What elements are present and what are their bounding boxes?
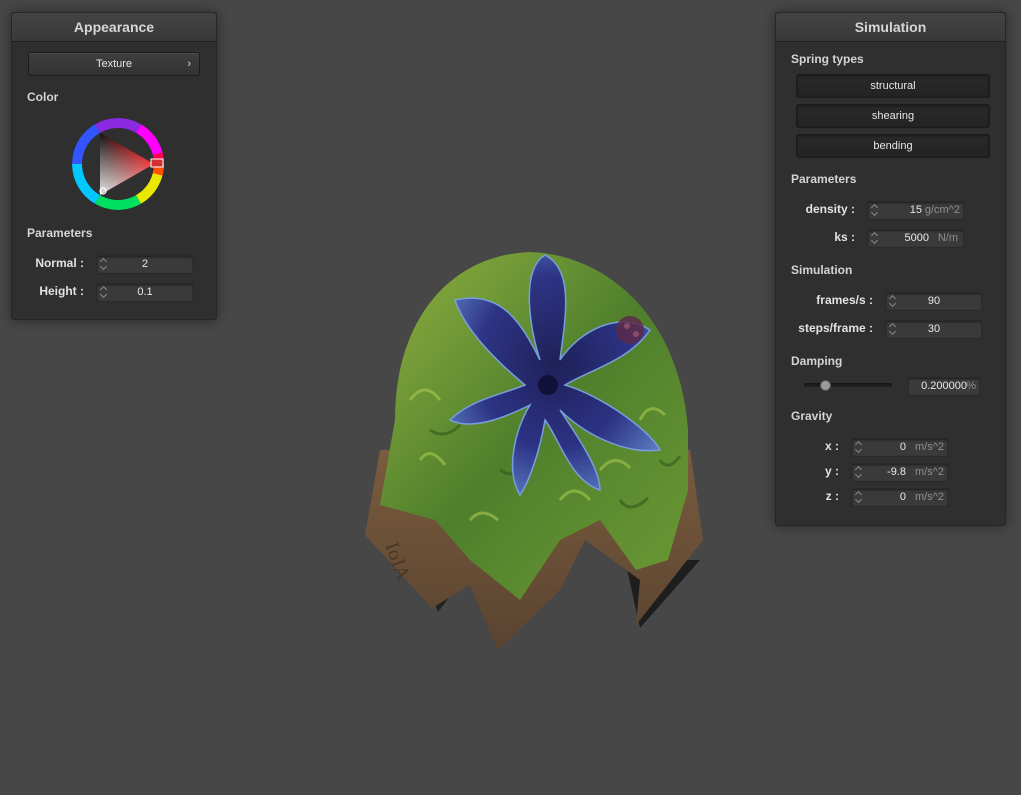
structural-toggle-button[interactable]: structural bbox=[796, 74, 990, 98]
fps-label: frames/s : bbox=[816, 293, 873, 307]
ks-value: 5000 bbox=[904, 232, 929, 244]
normal-label: Normal : bbox=[35, 256, 84, 270]
density-label: density : bbox=[805, 202, 855, 216]
damping-unit: % bbox=[966, 380, 976, 392]
spinner-icon[interactable] bbox=[856, 490, 862, 504]
gravity-y-value: -9.8 bbox=[887, 466, 906, 478]
appearance-panel-title: Appearance bbox=[12, 13, 216, 42]
density-input[interactable]: 15 g/cm^2 bbox=[867, 201, 965, 220]
normal-input[interactable]: 2 bbox=[96, 255, 194, 274]
damping-value: 0.200000 bbox=[921, 380, 967, 392]
gravity-x-unit: m/s^2 bbox=[915, 441, 944, 453]
damping-slider[interactable] bbox=[804, 383, 892, 387]
damping-input[interactable]: 0.200000 % bbox=[907, 377, 981, 396]
gravity-label: Gravity bbox=[791, 409, 833, 423]
gravity-y-unit: m/s^2 bbox=[915, 466, 944, 478]
steps-label: steps/frame : bbox=[798, 321, 873, 335]
simulation-panel-title: Simulation bbox=[776, 13, 1005, 42]
ks-unit: N/m bbox=[937, 232, 958, 244]
gravity-z-label: z : bbox=[825, 489, 839, 503]
appearance-panel: Appearance Texture › Color Parameters No… bbox=[11, 12, 217, 320]
spinner-icon[interactable] bbox=[872, 203, 878, 217]
ks-label: ks : bbox=[834, 230, 855, 244]
bending-toggle-button[interactable]: bending bbox=[796, 134, 990, 158]
gravity-y-input[interactable]: -9.8 m/s^2 bbox=[851, 463, 949, 482]
color-section-label: Color bbox=[27, 90, 59, 104]
spinner-icon[interactable] bbox=[856, 440, 862, 454]
ks-input[interactable]: 5000 N/m bbox=[867, 229, 965, 248]
shearing-toggle-button[interactable]: shearing bbox=[796, 104, 990, 128]
density-value: 15 bbox=[909, 204, 922, 216]
gravity-y-label: y : bbox=[824, 464, 839, 478]
steps-input[interactable]: 30 bbox=[885, 320, 983, 339]
normal-value: 2 bbox=[141, 258, 149, 270]
density-unit: g/cm^2 bbox=[924, 204, 960, 216]
gravity-z-input[interactable]: 0 m/s^2 bbox=[851, 488, 949, 507]
sim-parameters-label: Parameters bbox=[791, 172, 857, 186]
appearance-parameters-label: Parameters bbox=[27, 226, 93, 240]
texture-button[interactable]: Texture › bbox=[28, 52, 200, 76]
texture-button-label: Texture bbox=[95, 58, 133, 70]
damping-label: Damping bbox=[791, 354, 843, 368]
gravity-z-value: 0 bbox=[899, 491, 906, 503]
simulation-panel: Simulation Spring types structural shear… bbox=[775, 12, 1006, 526]
spinner-icon[interactable] bbox=[856, 465, 862, 479]
fps-input[interactable]: 90 bbox=[885, 292, 983, 311]
color-wheel[interactable] bbox=[68, 114, 168, 214]
spinner-icon[interactable] bbox=[872, 231, 878, 245]
gravity-x-input[interactable]: 0 m/s^2 bbox=[851, 438, 949, 457]
gravity-z-unit: m/s^2 bbox=[915, 491, 944, 503]
fps-value: 90 bbox=[927, 295, 941, 307]
gravity-x-label: x : bbox=[824, 439, 839, 453]
gravity-x-value: 0 bbox=[899, 441, 906, 453]
height-label: Height : bbox=[39, 284, 84, 298]
spring-types-label: Spring types bbox=[791, 52, 864, 66]
simulation-section-label: Simulation bbox=[791, 263, 853, 277]
chevron-right-icon: › bbox=[187, 58, 191, 70]
height-value: 0.1 bbox=[137, 286, 153, 298]
height-input[interactable]: 0.1 bbox=[96, 283, 194, 302]
steps-value: 30 bbox=[927, 323, 941, 335]
damping-slider-handle[interactable] bbox=[819, 380, 831, 391]
